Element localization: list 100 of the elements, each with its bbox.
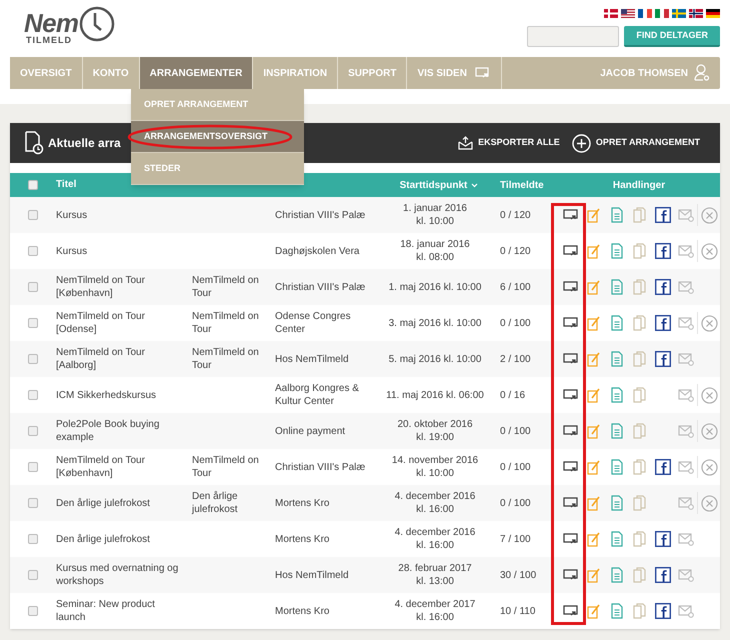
display-icon[interactable]	[562, 461, 578, 473]
event-title[interactable]: Kursus med overnatning og workshops	[56, 562, 192, 588]
facebook-icon[interactable]	[654, 603, 670, 619]
row-checkbox[interactable]	[28, 534, 38, 544]
document-icon[interactable]	[610, 459, 622, 475]
facebook-icon[interactable]	[654, 531, 670, 547]
display-icon[interactable]	[562, 569, 578, 581]
flag-icon[interactable]	[638, 9, 652, 18]
edit-icon[interactable]	[586, 459, 600, 475]
edit-icon[interactable]	[586, 495, 600, 511]
copy-icon[interactable]	[633, 207, 646, 223]
edit-icon[interactable]	[586, 351, 600, 367]
event-title[interactable]: Seminar: New product launch	[56, 598, 192, 624]
row-checkbox[interactable]	[28, 282, 38, 292]
facebook-icon[interactable]	[654, 315, 670, 331]
delete-icon[interactable]	[700, 206, 718, 224]
copy-icon[interactable]	[633, 243, 646, 259]
copy-icon[interactable]	[633, 387, 646, 403]
document-icon[interactable]	[610, 243, 622, 259]
document-icon[interactable]	[610, 315, 622, 331]
row-checkbox[interactable]	[28, 246, 38, 256]
event-title[interactable]: Kursus	[56, 208, 192, 222]
flag-icon[interactable]	[706, 9, 720, 18]
mail-icon[interactable]	[678, 280, 694, 294]
event-title[interactable]: NemTilmeld on Tour [Aalborg]	[56, 346, 192, 372]
edit-icon[interactable]	[586, 423, 600, 439]
facebook-icon[interactable]	[654, 207, 670, 223]
document-icon[interactable]	[610, 207, 622, 223]
mail-icon[interactable]	[678, 568, 694, 582]
row-checkbox[interactable]	[28, 462, 38, 472]
facebook-icon[interactable]	[654, 279, 670, 295]
display-icon[interactable]	[562, 317, 578, 329]
document-icon[interactable]	[610, 603, 622, 619]
edit-icon[interactable]	[586, 207, 600, 223]
mail-icon[interactable]	[678, 424, 694, 438]
export-all-button[interactable]: EKSPORTER ALLE	[458, 136, 560, 150]
edit-icon[interactable]	[586, 387, 600, 403]
select-all-checkbox[interactable]	[28, 180, 38, 190]
display-icon[interactable]	[562, 425, 578, 437]
row-checkbox[interactable]	[28, 210, 38, 220]
row-checkbox[interactable]	[28, 318, 38, 328]
copy-icon[interactable]	[633, 567, 646, 583]
edit-icon[interactable]	[586, 243, 600, 259]
document-icon[interactable]	[610, 351, 622, 367]
mail-icon[interactable]	[678, 316, 694, 330]
row-checkbox[interactable]	[28, 354, 38, 364]
event-title[interactable]: Kursus	[56, 244, 192, 258]
create-event-button[interactable]: OPRET ARRANGEMENT	[572, 134, 700, 152]
facebook-icon[interactable]	[654, 567, 670, 583]
delete-icon[interactable]	[700, 242, 718, 260]
display-icon[interactable]	[562, 497, 578, 509]
delete-icon[interactable]	[700, 494, 718, 512]
display-icon[interactable]	[562, 353, 578, 365]
row-checkbox[interactable]	[28, 570, 38, 580]
facebook-icon[interactable]	[654, 243, 670, 259]
display-icon[interactable]	[562, 605, 578, 617]
mail-icon[interactable]	[678, 208, 694, 222]
row-checkbox[interactable]	[28, 606, 38, 616]
row-checkbox[interactable]	[28, 390, 38, 400]
copy-icon[interactable]	[633, 315, 646, 331]
mail-icon[interactable]	[678, 388, 694, 402]
mail-icon[interactable]	[678, 496, 694, 510]
edit-icon[interactable]	[586, 567, 600, 583]
edit-icon[interactable]	[586, 279, 600, 295]
copy-icon[interactable]	[633, 495, 646, 511]
flag-icon[interactable]	[689, 9, 703, 18]
copy-icon[interactable]	[633, 351, 646, 367]
document-icon[interactable]	[610, 531, 622, 547]
copy-icon[interactable]	[633, 603, 646, 619]
copy-icon[interactable]	[633, 531, 646, 547]
event-title[interactable]: Den årlige julefrokost	[56, 496, 192, 510]
facebook-icon[interactable]	[654, 351, 670, 367]
display-icon[interactable]	[562, 245, 578, 257]
delete-icon[interactable]	[700, 386, 718, 404]
document-icon[interactable]	[610, 387, 622, 403]
document-icon[interactable]	[610, 495, 622, 511]
event-title[interactable]: NemTilmeld on Tour [København]	[56, 274, 192, 300]
delete-icon[interactable]	[700, 458, 718, 476]
mail-icon[interactable]	[678, 604, 694, 618]
edit-icon[interactable]	[586, 603, 600, 619]
row-checkbox[interactable]	[28, 426, 38, 436]
mail-icon[interactable]	[678, 532, 694, 546]
mail-icon[interactable]	[678, 244, 694, 258]
facebook-icon[interactable]	[654, 459, 670, 475]
delete-icon[interactable]	[700, 422, 718, 440]
event-title[interactable]: NemTilmeld on Tour [Odense]	[56, 310, 192, 336]
nav-tab[interactable]: ARRANGEMENTER	[140, 57, 254, 89]
mail-icon[interactable]	[678, 460, 694, 474]
copy-icon[interactable]	[633, 459, 646, 475]
edit-icon[interactable]	[586, 315, 600, 331]
document-icon[interactable]	[610, 423, 622, 439]
event-title[interactable]: Den årlige julefrokost	[56, 532, 192, 546]
copy-icon[interactable]	[633, 423, 646, 439]
document-icon[interactable]	[610, 567, 622, 583]
display-icon[interactable]	[562, 281, 578, 293]
display-icon[interactable]	[562, 209, 578, 221]
delete-icon[interactable]	[700, 314, 718, 332]
event-title[interactable]: Pole2Pole Book buying example	[56, 418, 192, 444]
event-title[interactable]: NemTilmeld on Tour [København]	[56, 454, 192, 480]
document-icon[interactable]	[610, 279, 622, 295]
